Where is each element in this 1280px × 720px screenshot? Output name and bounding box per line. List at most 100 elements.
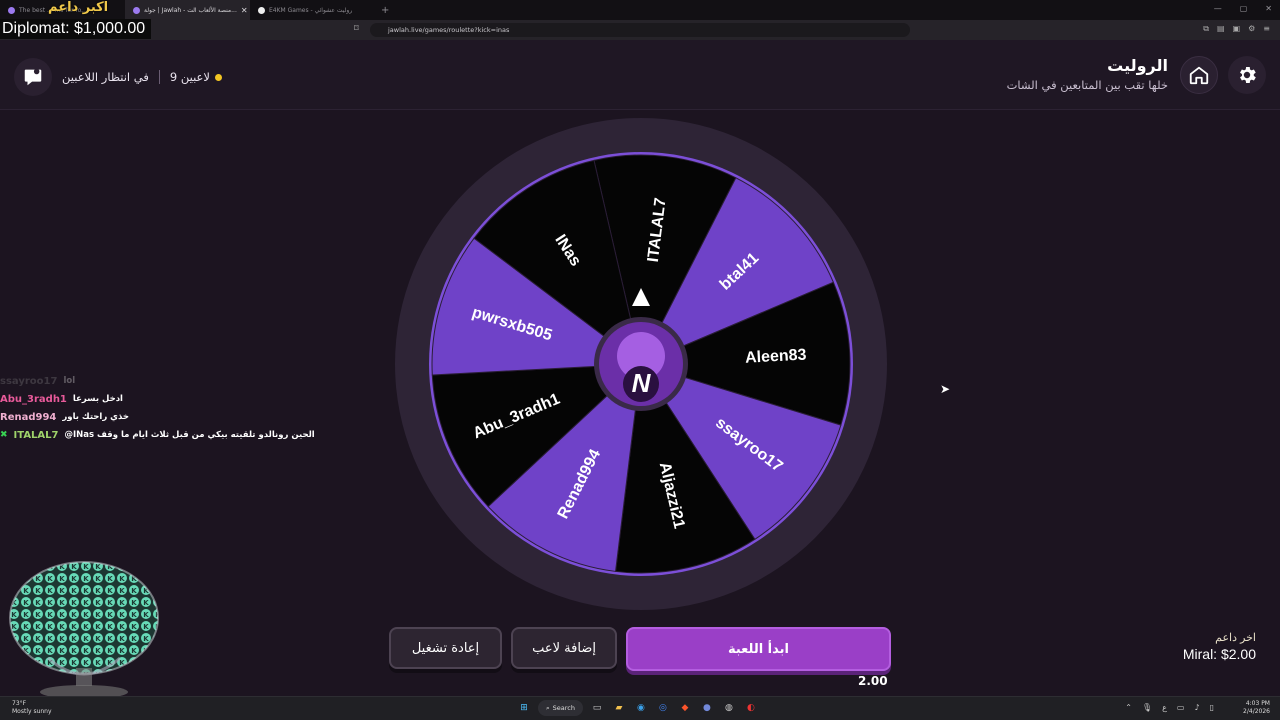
close-window-icon[interactable]: ✕ (1265, 4, 1272, 13)
chat-line: Abu_3radh1 ادخل بسرعا (0, 390, 300, 408)
chevron-up-icon[interactable]: ⌃ (1125, 703, 1132, 712)
donation-jar: K (8, 560, 168, 700)
weather-desc: Mostly sunny (12, 708, 52, 715)
wheel-player-label: Aleen83 (745, 347, 807, 367)
last-donor-value: Miral: $2.00 (1182, 646, 1256, 662)
player-count: 9 لاعبين (170, 70, 222, 84)
steam-icon[interactable]: ◍ (721, 700, 737, 716)
chat-username: ITALAL7 (13, 429, 59, 441)
chat-message: خذي راحتك باور (62, 412, 130, 422)
restart-label: إعادة تشغيل (411, 640, 480, 656)
chat-username: Renad994 (0, 411, 57, 423)
chat-username: ssayroo17 (0, 375, 58, 387)
players-status: في انتظار اللاعبين 9 لاعبين (14, 58, 222, 96)
settings-button[interactable] (1228, 56, 1266, 94)
search-icon: ⌕ (546, 703, 550, 712)
url-input[interactable]: jawlah.live/games/roulette?kick=inas (370, 23, 910, 37)
home-button[interactable] (1180, 56, 1218, 94)
file-explorer-icon[interactable]: ▰ (611, 700, 627, 716)
extensions-icon[interactable]: ⧉ (1203, 24, 1209, 34)
tab-favicon-icon (133, 6, 140, 14)
new-tab-icon[interactable]: + (375, 5, 395, 16)
weather-temp: 73°F (12, 700, 27, 707)
tab-label: E4KM Games - روليت عشوائي (269, 6, 353, 14)
jar-icon: K (9, 561, 159, 699)
mic-icon[interactable]: 🎙 (1142, 703, 1152, 712)
weather-widget[interactable]: 73°F Mostly sunny (12, 700, 52, 716)
bookmark-icon[interactable]: ⌑ (354, 24, 359, 34)
title-block: الروليت خلها تقب بين المتابعين في الشات (1007, 56, 1168, 92)
top-donor-value: Diplomat: $1,000.00 (0, 19, 152, 39)
divider (158, 70, 160, 84)
windows-taskbar: 73°F Mostly sunny ⊞ ⌕ Search ▭ ▰ ◉ ◎ ◆ ●… (0, 696, 1280, 720)
menu-icon[interactable]: ≡ (1263, 24, 1270, 34)
status-dot-icon (214, 73, 222, 81)
tab-favicon-icon (8, 6, 15, 14)
chat-message: ادخل بسرعا (72, 394, 123, 404)
chat-message: lol (63, 376, 76, 386)
taskbar-apps: ⊞ ⌕ Search ▭ ▰ ◉ ◎ ◆ ● ◍ ◐ (516, 700, 759, 716)
browser-tab[interactable]: E4KM Games - روليت عشوائي (250, 0, 375, 20)
chat-overlay: ssayroo17 lol Abu_3radh1 ادخل بسرعا Renad994… (0, 372, 315, 444)
settings-icon[interactable]: ⚙ (1248, 24, 1255, 34)
browser-tab-active[interactable]: جولة | Jawlah - منصة الألعاب الت... ✕ (125, 0, 250, 20)
maximize-icon[interactable]: ▢ (1240, 4, 1248, 13)
obs-icon[interactable]: ◐ (743, 700, 759, 716)
language-indicator[interactable]: ع (1162, 703, 1167, 712)
network-icon[interactable]: ▭ (1177, 703, 1185, 712)
waiting-status: في انتظار اللاعبين (62, 70, 149, 84)
add-player-label: إضافة لاعب (532, 640, 596, 656)
task-view-icon[interactable]: ▭ (589, 700, 605, 716)
top-donor-label: اكبر داعم (48, 0, 109, 15)
browser-tab-bar: The best ... ...s for fo... جولة | Jawla… (0, 0, 1280, 20)
spin-speed-value: 2.00 (858, 674, 888, 688)
brave-icon[interactable]: ◆ (677, 700, 693, 716)
tab-favicon-icon (258, 6, 265, 14)
chat-line: ssayroo17 lol (0, 372, 300, 390)
chat-message: @INas الحين رونالدو تلقيته بيكي من قبل ث… (64, 430, 315, 440)
app-header: الروليت خلها تقب بين المتابعين في الشات … (0, 40, 1280, 110)
page-title: الروليت (1107, 56, 1168, 75)
taskbar-search[interactable]: ⌕ Search (538, 700, 583, 716)
battery-icon[interactable]: ▯ (1210, 703, 1214, 712)
add-player-button[interactable]: إضافة لاعب (511, 627, 617, 669)
volume-icon[interactable]: ♪ (1194, 703, 1199, 712)
last-donor-label: اخر داعم (1215, 632, 1256, 644)
mouse-cursor-icon: ➤ (940, 382, 951, 396)
last-donor: اخر داعم Miral: $2.00 (1183, 631, 1256, 662)
wallet-icon[interactable]: ▣ (1233, 24, 1241, 34)
window-controls: — ▢ ✕ (1214, 4, 1272, 13)
chat-line: Renad994 خذي راحتك باور (0, 408, 300, 426)
start-game-button[interactable]: ابدأ اللعبة (626, 627, 891, 671)
avatar-logo-icon: N (632, 368, 652, 398)
page-subtitle: خلها تقب بين المتابعين في الشات (1006, 78, 1168, 92)
windows-start-icon[interactable]: ⊞ (516, 700, 532, 716)
wheel-svg: ITALAL7btal41Aleen83ssayroo17Aljazzi21Re… (395, 118, 887, 610)
clock[interactable]: 4:03 PM 2/4/2026 (1243, 700, 1270, 716)
discord-icon[interactable]: ● (699, 700, 715, 716)
restart-button[interactable]: إعادة تشغيل (389, 627, 502, 669)
home-icon (1189, 66, 1209, 85)
chat-bubble-icon (24, 68, 42, 86)
extension-icons: ⧉ ▤ ▣ ⚙ ≡ (1203, 24, 1270, 34)
system-tray: ⌃ 🎙 ع ▭ ♪ ▯ (1125, 703, 1214, 712)
chat-badge-icon: ✖ (0, 429, 8, 440)
tab-label: جولة | Jawlah - منصة الألعاب الت... (144, 6, 237, 14)
edge-icon[interactable]: ◉ (633, 700, 649, 716)
clock-date: 2/4/2026 (1243, 708, 1270, 715)
url-text: jawlah.live/games/roulette?kick=inas (388, 26, 510, 34)
start-game-label: ابدأ اللعبة (727, 641, 789, 657)
close-tab-icon[interactable]: ✕ (241, 6, 248, 15)
sidebar-icon[interactable]: ▤ (1217, 24, 1225, 34)
brand-logo (14, 58, 52, 96)
clock-time: 4:03 PM (1245, 700, 1270, 707)
minimize-icon[interactable]: — (1214, 4, 1222, 13)
chat-username: Abu_3radh1 (0, 393, 67, 405)
chat-line: ✖ ITALAL7 @INas الحين رونالدو تلقيته بيكي … (0, 426, 315, 444)
gear-icon (1240, 67, 1256, 83)
roulette-wheel[interactable]: ITALAL7 btal41 Aleen83 ssayroo17 Aljazzi21 Re… (395, 118, 887, 610)
player-count-text: 9 لاعبين (169, 70, 210, 84)
search-label: Search (552, 704, 575, 712)
chrome-icon[interactable]: ◎ (655, 700, 671, 716)
address-bar: ⌑ jawlah.live/games/roulette?kick=inas ⧉… (0, 20, 1280, 40)
